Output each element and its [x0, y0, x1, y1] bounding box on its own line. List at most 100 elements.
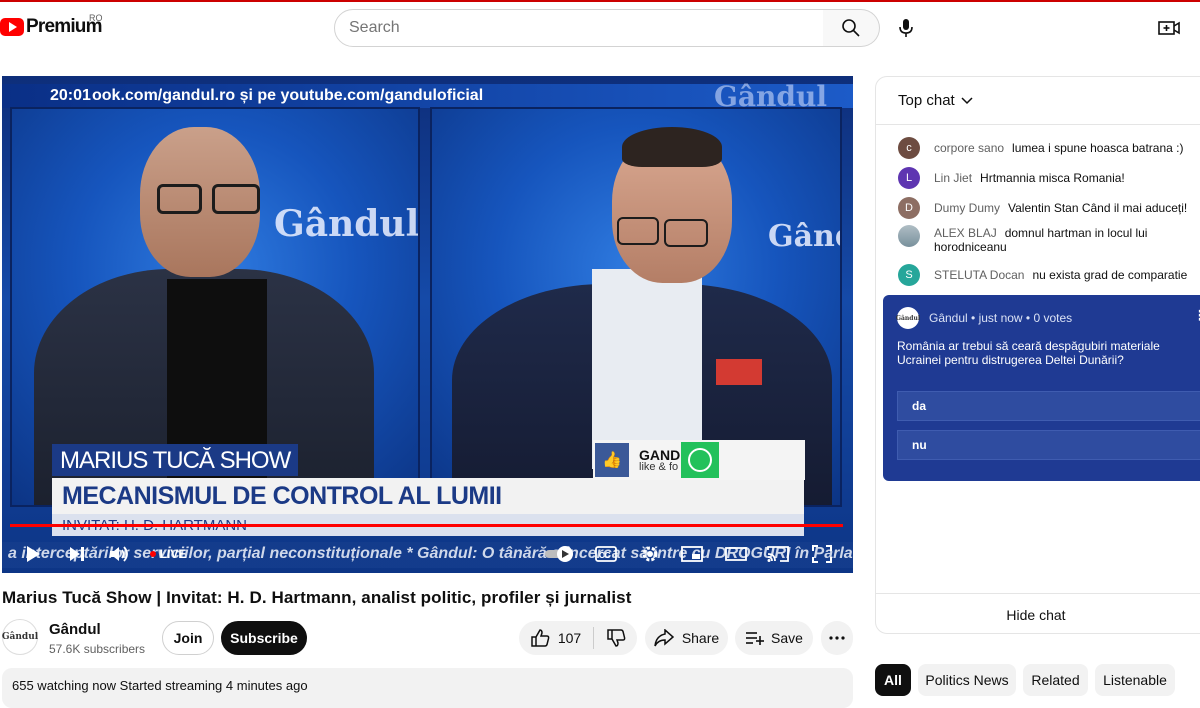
whatsapp-icon	[681, 442, 719, 478]
live-indicator[interactable]: LIVE	[148, 540, 188, 568]
theater-mode-button[interactable]	[724, 540, 748, 568]
facebook-like-icon: 👍	[595, 443, 629, 477]
youtube-play-icon	[0, 18, 24, 36]
player-controls: LIVE CC	[2, 536, 853, 572]
broadcast-clock: 20:01	[50, 87, 91, 104]
social-promo-name: GAND	[639, 446, 681, 463]
save-label: Save	[771, 630, 803, 646]
cast-button[interactable]	[766, 540, 790, 568]
guest-glasses-right	[664, 219, 708, 247]
fullscreen-button[interactable]	[810, 540, 834, 568]
like-button[interactable]: 107	[530, 627, 595, 649]
subscribe-button[interactable]: Subscribe	[221, 621, 307, 655]
thumbs-up-icon	[531, 629, 550, 647]
share-button[interactable]: Share	[645, 621, 728, 655]
poll-meta: Gândul • just now • 0 votes	[929, 311, 1073, 325]
search-icon	[842, 19, 860, 37]
guest-glasses-left	[617, 217, 659, 245]
viewing-info: 655 watching now Started streaming 4 min…	[12, 678, 308, 693]
play-button[interactable]	[22, 540, 44, 568]
gear-icon	[642, 546, 658, 562]
chip-all[interactable]: All	[875, 664, 911, 696]
headline-banner: MECANISMUL DE CONTROL AL LUMII	[52, 478, 804, 514]
join-button[interactable]: Join	[162, 621, 214, 655]
chat-author: STELUTA Docan	[934, 268, 1025, 282]
add-to-playlist-icon	[746, 632, 765, 645]
studio-logo-right: Gândul	[768, 219, 840, 254]
live-chat-panel: Top chat c corpore sano lumea i spune hoa…	[875, 76, 1200, 634]
subtitles-button[interactable]: CC	[594, 540, 618, 568]
create-button[interactable]	[1156, 15, 1182, 41]
miniplayer-button[interactable]	[680, 540, 704, 568]
autoplay-toggle[interactable]	[542, 540, 578, 568]
search-input[interactable]	[349, 19, 823, 37]
subscriber-count: 57.6K subscribers	[49, 642, 146, 656]
next-icon	[70, 547, 84, 561]
youtube-premium-logo[interactable]: Premium RO	[0, 13, 103, 38]
chat-author: Dumy Dumy	[934, 201, 1001, 215]
guest-hair	[622, 127, 722, 167]
voice-search-button[interactable]	[891, 13, 921, 43]
miniplayer-icon	[681, 546, 703, 562]
volume-button[interactable]	[108, 540, 132, 568]
captions-icon: CC	[595, 546, 617, 562]
chat-text: Valentin Stan Când il mai aduceți!	[1008, 201, 1188, 215]
like-dislike-bar: 107	[519, 621, 637, 655]
like-count: 107	[557, 630, 582, 646]
pocket-square	[716, 359, 762, 385]
fullscreen-icon	[812, 545, 832, 563]
avatar: c	[898, 137, 920, 159]
cast-icon	[767, 546, 789, 562]
show-name-banner: MARIUS TUCĂ SHOW	[52, 444, 299, 476]
channel-name[interactable]: Gândul	[49, 621, 101, 638]
search-button[interactable]	[823, 9, 880, 47]
avatar: D	[898, 197, 920, 219]
chat-poll: Gândul Gândul • just now • 0 votes ⋮ Rom…	[883, 295, 1200, 481]
dislike-button[interactable]	[594, 628, 626, 648]
poll-channel-avatar: Gândul	[896, 307, 920, 329]
chip-listenable[interactable]: Listenable	[1095, 664, 1175, 696]
avatar	[898, 225, 920, 247]
chat-author: ALEX BLAJ	[934, 226, 997, 240]
poll-menu-icon[interactable]: ⋮	[1193, 307, 1200, 324]
chat-message[interactable]: L Lin Jiet Hrtmannia misca Romania!	[898, 167, 1198, 189]
studio-logo: Gândul	[274, 203, 420, 245]
video-create-icon	[1158, 21, 1180, 35]
chip-politics-news[interactable]: Politics News	[918, 664, 1016, 696]
settings-button[interactable]	[638, 540, 662, 568]
save-button[interactable]: Save	[735, 621, 813, 655]
poll-option-da[interactable]: da	[897, 391, 1200, 421]
more-actions-button[interactable]	[821, 621, 853, 655]
theater-icon	[725, 547, 747, 561]
play-icon	[27, 546, 40, 562]
chat-mode-selector[interactable]: Top chat	[876, 77, 1200, 125]
poll-option-nu[interactable]: nu	[897, 430, 1200, 460]
autoplay-toggle-icon	[545, 546, 573, 562]
volume-icon	[110, 546, 128, 562]
masthead: Premium RO	[0, 2, 1200, 56]
svg-text:CC: CC	[599, 551, 611, 560]
next-button[interactable]	[66, 540, 88, 568]
thumbs-down-icon	[607, 629, 626, 647]
live-label: LIVE	[159, 547, 187, 561]
chat-message[interactable]: ALEX BLAJ domnul hartman in locul lui hor…	[898, 225, 1198, 254]
chat-author: corpore sano	[934, 141, 1005, 155]
video-player[interactable]: 20:01 ook.com/gandul.ro și pe youtube.co…	[2, 76, 853, 573]
chat-message[interactable]: D Dumy Dumy Valentin Stan Când il mai adu…	[898, 197, 1198, 219]
channel-avatar-text: Gândul	[1, 632, 39, 642]
chip-related[interactable]: Related	[1023, 664, 1088, 696]
channel-avatar[interactable]: Gândul	[2, 619, 38, 655]
chat-text: lumea i spune hoasca batrana :)	[1012, 141, 1184, 155]
chat-text: Hrtmannia misca Romania!	[980, 171, 1125, 185]
top-ticker: ook.com/gandul.ro și pe youtube.com/gand…	[92, 87, 484, 104]
poll-header: Gândul Gândul • just now • 0 votes	[896, 307, 1073, 329]
chat-mode-label: Top chat	[898, 92, 955, 109]
hide-chat-button[interactable]: Hide chat	[876, 593, 1200, 633]
chat-author: Lin Jiet	[934, 171, 973, 185]
chat-message[interactable]: S STELUTA Docan nu exista grad de compara…	[898, 264, 1198, 286]
progress-bar[interactable]	[10, 524, 843, 527]
search-box	[334, 9, 824, 47]
description-box[interactable]: 655 watching now Started streaming 4 min…	[2, 668, 853, 708]
share-label: Share	[681, 630, 720, 646]
chat-message[interactable]: c corpore sano lumea i spune hoasca batra…	[898, 137, 1198, 159]
